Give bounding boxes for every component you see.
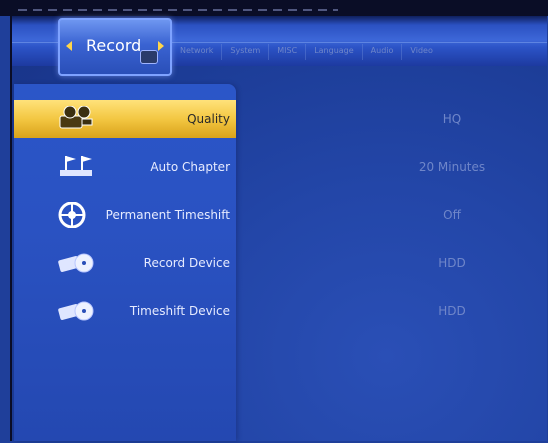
tab-record[interactable]: Record <box>58 18 172 76</box>
tab-misc[interactable]: MISC <box>269 44 307 60</box>
top-dashes <box>18 9 338 11</box>
setting-record-device[interactable]: Record Device <box>14 244 236 282</box>
setting-permanent-timeshift-value: Off <box>443 208 461 222</box>
timeshift-circle-icon <box>58 201 98 229</box>
setting-permanent-timeshift-label: Permanent Timeshift <box>105 208 230 222</box>
header-bar: Record Network System MISC Language Audi… <box>12 16 547 76</box>
tab-strip: Network System MISC Language Audio Video <box>172 44 441 60</box>
record-camera-icon <box>140 50 158 64</box>
tab-audio[interactable]: Audio <box>363 44 403 60</box>
tab-video[interactable]: Video <box>402 44 440 60</box>
setting-quality[interactable]: Quality <box>14 100 236 138</box>
tab-record-label: Record <box>86 36 142 55</box>
tab-system[interactable]: System <box>222 44 270 60</box>
right-arrow-icon[interactable] <box>158 41 164 51</box>
setting-timeshift-device-value: HDD <box>438 304 466 318</box>
setting-record-device-value: HDD <box>438 256 466 270</box>
setting-quality-value: HQ <box>442 112 462 126</box>
setting-auto-chapter-value: 20 Minutes <box>418 160 486 174</box>
settings-screen: Record Network System MISC Language Audi… <box>10 16 547 441</box>
flags-icon <box>58 154 98 180</box>
setting-quality-label: Quality <box>187 112 230 126</box>
settings-list: Quality Auto Chapter Permanent Timeshift… <box>14 84 236 441</box>
disk-icon <box>58 298 98 324</box>
setting-permanent-timeshift[interactable]: Permanent Timeshift <box>14 196 236 234</box>
left-arrow-icon[interactable] <box>66 41 72 51</box>
top-bar <box>0 0 548 16</box>
camcorder-icon <box>58 105 98 132</box>
setting-auto-chapter[interactable]: Auto Chapter <box>14 148 236 186</box>
setting-auto-chapter-label: Auto Chapter <box>150 160 230 174</box>
tab-network[interactable]: Network <box>172 44 223 60</box>
setting-timeshift-device[interactable]: Timeshift Device <box>14 292 236 330</box>
setting-timeshift-device-label: Timeshift Device <box>129 304 230 318</box>
tab-language[interactable]: Language <box>306 44 363 60</box>
setting-record-device-label: Record Device <box>143 256 230 270</box>
disk-icon <box>58 250 98 276</box>
